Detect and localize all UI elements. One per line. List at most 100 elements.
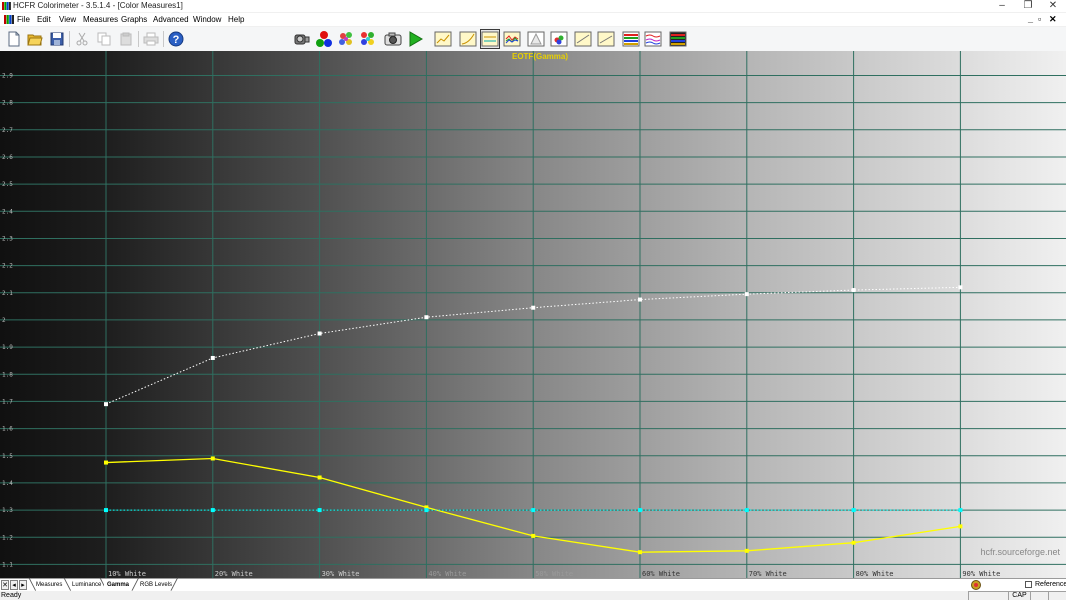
gamma-chart: 1.1 1.2 1.3 1.4 1.5 1.6 1.7 1.8 1.9 2 2.1 2.2 2.3 2.4… — [0, 51, 1066, 578]
data-point[interactable] — [424, 315, 429, 320]
status-text: Ready — [1, 592, 22, 599]
y-tick-label: 2 — [2, 317, 6, 324]
data-point[interactable] — [317, 508, 322, 513]
tab-prev-button[interactable]: ◂ — [10, 580, 18, 590]
data-point[interactable] — [531, 508, 536, 513]
chart-title: EOTF(Gamma) — [512, 52, 568, 61]
data-point[interactable] — [210, 508, 215, 513]
menu-graphs[interactable]: Graphs — [121, 13, 147, 26]
minimize-button[interactable]: – — [988, 0, 1016, 12]
data-point[interactable] — [638, 508, 642, 513]
rgb-button[interactable] — [314, 29, 334, 49]
svg-text:?: ? — [173, 34, 180, 46]
close-button[interactable]: ✕ — [1039, 0, 1066, 12]
title-bar: HCFR Colorimeter - 3.5.1.4 - [Color Meas… — [0, 0, 1066, 12]
data-point[interactable] — [851, 508, 856, 513]
mdi-minimize-button[interactable]: _ — [1028, 13, 1033, 26]
view-near-white-button[interactable] — [596, 29, 616, 49]
data-point[interactable] — [531, 533, 536, 538]
x-tick-label: 80% White — [856, 570, 894, 578]
menu-file[interactable]: File — [17, 13, 30, 26]
view-near-black-button[interactable] — [573, 29, 593, 49]
help-button[interactable]: ? — [166, 29, 186, 49]
view-measures-button[interactable] — [433, 29, 453, 49]
tab-measures[interactable]: Measures — [33, 580, 65, 591]
cut-button[interactable] — [72, 29, 92, 49]
view-saturation-button[interactable] — [621, 29, 641, 49]
open-icon — [27, 34, 43, 46]
copy-button[interactable] — [94, 29, 114, 49]
data-point[interactable] — [744, 548, 749, 553]
window-title: HCFR Colorimeter - 3.5.1.4 - [Color Meas… — [13, 1, 183, 10]
data-point[interactable] — [210, 355, 215, 360]
palette-button[interactable] — [358, 29, 378, 49]
cut-icon — [76, 32, 88, 46]
data-point[interactable] — [958, 524, 963, 529]
open-button[interactable] — [25, 29, 45, 49]
data-point[interactable] — [744, 508, 749, 513]
menu-edit[interactable]: Edit — [37, 13, 51, 26]
data-point[interactable] — [317, 475, 322, 480]
data-point[interactable] — [638, 297, 642, 302]
data-point[interactable] — [531, 305, 536, 310]
print-icon — [143, 32, 159, 46]
new-button[interactable] — [4, 29, 24, 49]
document-icon[interactable] — [4, 15, 14, 24]
data-point[interactable] — [638, 550, 642, 555]
data-point[interactable] — [744, 292, 749, 297]
app-icon — [2, 2, 11, 10]
data-point[interactable] — [104, 460, 108, 465]
view-near-black-icon — [574, 31, 592, 47]
y-tick-label: 2.8 — [2, 100, 13, 107]
view-grayscale-button[interactable] — [668, 29, 688, 49]
data-point[interactable] — [958, 508, 963, 513]
y-tick-label: 2.4 — [2, 208, 13, 215]
data-point[interactable] — [851, 540, 856, 545]
view-luminance-button[interactable] — [458, 29, 478, 49]
view-cie-button[interactable] — [526, 29, 546, 49]
tab-rgb-levels[interactable]: RGB Levels — [137, 580, 175, 591]
reference-checkbox[interactable] — [1025, 581, 1032, 588]
tab-close-button[interactable]: ✕ — [1, 580, 9, 590]
view-colortemp-button[interactable] — [549, 29, 569, 49]
mdi-close-button[interactable]: ✕ — [1049, 13, 1057, 26]
restore-button[interactable]: ❐ — [1014, 0, 1042, 12]
paste-button[interactable] — [116, 29, 136, 49]
menu-window[interactable]: Window — [193, 13, 221, 26]
tab-next-button[interactable]: ▸ — [19, 580, 27, 590]
sensor-button[interactable] — [292, 29, 312, 49]
new-icon — [8, 31, 20, 47]
status-panel — [968, 591, 1008, 600]
mdi-restore-button[interactable]: ▫ — [1038, 13, 1041, 26]
gamma-graph: 1.1 1.2 1.3 1.4 1.5 1.6 1.7 1.8 1.9 2 2.1 2.2 2.3 2.4… — [0, 51, 1066, 578]
data-point[interactable] — [424, 508, 429, 513]
save-button[interactable] — [47, 29, 67, 49]
tab-gamma[interactable]: Gamma — [104, 580, 133, 591]
y-tick-label: 2.6 — [2, 154, 13, 161]
paste-icon — [120, 32, 132, 46]
data-point[interactable] — [317, 331, 322, 336]
play-button[interactable] — [405, 29, 425, 49]
data-point[interactable] — [104, 508, 108, 513]
view-rgb-levels-button[interactable] — [502, 29, 522, 49]
view-gamma-button[interactable] — [480, 29, 500, 49]
color-checker-button[interactable] — [336, 29, 356, 49]
data-point[interactable] — [851, 288, 856, 293]
data-point[interactable] — [958, 285, 963, 290]
data-point[interactable] — [104, 402, 108, 407]
palette-icon — [361, 32, 374, 45]
camera-button[interactable] — [383, 29, 403, 49]
toolbar: ? — [0, 27, 1066, 52]
reference-label: Reference — [1035, 581, 1066, 588]
menu-help[interactable]: Help — [228, 13, 244, 26]
menu-advanced[interactable]: Advanced — [153, 13, 189, 26]
y-tick-label: 1.2 — [2, 534, 13, 541]
view-cie-icon — [527, 31, 545, 47]
view-sat-shift-button[interactable] — [643, 29, 663, 49]
print-button[interactable] — [141, 29, 161, 49]
menu-view[interactable]: View — [59, 13, 76, 26]
data-point[interactable] — [210, 456, 215, 461]
menu-measures[interactable]: Measures — [83, 13, 118, 26]
rgb-icon — [316, 31, 332, 47]
scroll-indicator — [1048, 591, 1066, 600]
